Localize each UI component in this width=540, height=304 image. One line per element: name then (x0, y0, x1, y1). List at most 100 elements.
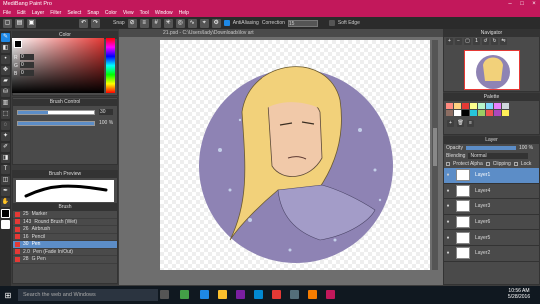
menu-file[interactable]: File (3, 10, 11, 16)
hand-tool-icon[interactable]: ✋ (1, 198, 10, 207)
lasso-tool-icon[interactable]: ◌ (1, 121, 10, 130)
menu-view[interactable]: View (123, 10, 134, 16)
snap-parallel-icon[interactable]: ≡ (139, 18, 149, 28)
hue-slider[interactable] (106, 38, 115, 93)
protect-alpha-checkbox[interactable] (446, 162, 450, 166)
select-eraser-icon[interactable]: ◨ (1, 154, 10, 163)
open-file-icon[interactable]: ▤ (15, 18, 24, 28)
layer-visibility-icon[interactable]: ● (444, 235, 452, 241)
secondary-color-swatch[interactable] (1, 220, 10, 229)
primary-color-swatch[interactable] (1, 209, 10, 218)
minimize-icon[interactable]: – (504, 0, 516, 9)
zoom-in-icon[interactable]: + (446, 38, 453, 45)
color-saturation-field[interactable]: R 0 G 0 B 0 (12, 38, 104, 93)
palette-swatch[interactable] (486, 103, 493, 109)
palette-swatch[interactable] (502, 103, 509, 109)
brush-list-item[interactable]: 16 Pencil (13, 234, 117, 241)
palette-swatch[interactable] (446, 103, 453, 109)
task-view-icon[interactable] (160, 290, 169, 299)
palette-swatch[interactable] (454, 110, 461, 116)
layer-row[interactable]: ● Layer5 (444, 230, 539, 246)
snap-circle-icon[interactable]: ◎ (175, 18, 185, 28)
b-value[interactable]: 0 (20, 70, 34, 76)
brush-size-value[interactable]: 30 (99, 109, 113, 115)
r-value[interactable]: 0 (20, 54, 34, 60)
brush-opacity-slider[interactable] (17, 121, 95, 126)
menu-edit[interactable]: Edit (17, 10, 26, 16)
antialias-checkbox[interactable] (223, 20, 230, 26)
palette-menu-icon[interactable]: ≡ (467, 120, 474, 127)
snap-grid-icon[interactable]: # (151, 18, 161, 28)
layer-visibility-icon[interactable]: ● (444, 172, 452, 178)
text-tool-icon[interactable]: T (1, 165, 10, 174)
palette-swatch[interactable] (462, 110, 469, 116)
flip-icon[interactable]: ⇋ (500, 38, 507, 45)
softedge-checkbox[interactable] (328, 20, 335, 26)
select-pen-icon[interactable]: ✐ (1, 143, 10, 152)
move-tool-icon[interactable]: ✥ (1, 66, 10, 75)
save-icon[interactable]: ▣ (27, 18, 36, 28)
gradient-tool-icon[interactable]: ▥ (1, 99, 10, 108)
correction-select[interactable]: 15 (287, 19, 318, 27)
fit-view-icon[interactable]: ▢ (464, 38, 471, 45)
edge-browser-icon[interactable] (200, 290, 209, 299)
brush-list-item[interactable]: 25 Marker (13, 211, 117, 219)
snap-curve-icon[interactable]: ∿ (187, 18, 197, 28)
primary-color-chip[interactable] (14, 40, 22, 48)
brush-list-item[interactable]: 28 G Pen (13, 256, 117, 264)
chrome-icon[interactable] (308, 290, 317, 299)
app-icon-green[interactable] (180, 290, 189, 299)
brush-list-item[interactable]: 2.0 Pen (Fade In/Out) (13, 249, 117, 256)
brush-list-item[interactable]: 143 Round Brush (Wet) (13, 219, 117, 226)
menu-tool[interactable]: Tool (140, 10, 149, 16)
snap-radial-icon[interactable]: ✳ (163, 18, 173, 28)
brush-list-item[interactable]: 30 Pen (13, 241, 117, 249)
bucket-tool-icon[interactable]: ⛁ (1, 88, 10, 97)
brush-tool-icon[interactable]: ✎ (1, 33, 10, 42)
app-icon-red[interactable] (272, 290, 281, 299)
rotate-left-icon[interactable]: ↺ (482, 38, 489, 45)
menu-window[interactable]: Window (155, 10, 173, 16)
snap-settings-icon[interactable]: ⚙ (211, 18, 221, 28)
navigator-preview[interactable] (464, 50, 520, 90)
menu-help[interactable]: Help (179, 10, 189, 16)
maximize-icon[interactable]: □ (516, 0, 528, 9)
menu-color[interactable]: Color (105, 10, 117, 16)
layer-visibility-icon[interactable]: ● (444, 188, 452, 194)
select-tool-icon[interactable]: ⬚ (1, 110, 10, 119)
layer-visibility-icon[interactable]: ● (444, 250, 452, 256)
document-tab[interactable]: 21.psd - C:\Users\lady\Downloads\lov art (119, 29, 443, 37)
zoom-out-icon[interactable]: − (455, 38, 462, 45)
store-icon[interactable] (236, 290, 245, 299)
redo-icon[interactable]: ↷ (91, 18, 100, 28)
layer-row[interactable]: ● Layer1 (444, 168, 539, 184)
palette-swatch[interactable] (462, 103, 469, 109)
layer-row[interactable]: ● Layer6 (444, 214, 539, 231)
lock-checkbox[interactable] (513, 162, 518, 166)
layer-visibility-icon[interactable]: ● (444, 219, 452, 225)
taskbar-search[interactable]: Search the web and Windows (18, 289, 158, 301)
menu-select[interactable]: Select (67, 10, 81, 16)
layer-opacity-slider[interactable] (465, 146, 516, 150)
layer-row[interactable]: ● Layer4 (444, 183, 539, 200)
canvas-scroll-thumb[interactable] (433, 128, 437, 166)
new-file-icon[interactable]: ▢ (3, 18, 12, 28)
palette-swatch[interactable] (470, 110, 477, 116)
close-icon[interactable]: × (528, 0, 540, 9)
palette-swatch[interactable] (454, 103, 461, 109)
windows-start-icon[interactable]: ⊞ (0, 291, 16, 300)
palette-swatch[interactable] (446, 110, 453, 116)
menu-filter[interactable]: Filter (50, 10, 61, 16)
menu-snap[interactable]: Snap (87, 10, 99, 16)
rotate-right-icon[interactable]: ↻ (491, 38, 498, 45)
palette-swatch[interactable] (478, 110, 485, 116)
palette-swatch[interactable] (494, 110, 501, 116)
eraser-tool-icon[interactable]: ◧ (1, 44, 10, 53)
fill-tool-icon[interactable]: ▰ (1, 77, 10, 86)
app-icon-gray[interactable] (290, 290, 299, 299)
palette-swatch[interactable] (494, 103, 501, 109)
canvas-paper[interactable] (160, 40, 430, 270)
add-color-icon[interactable]: + (447, 120, 454, 127)
file-explorer-icon[interactable] (218, 290, 227, 299)
palette-swatch[interactable] (486, 110, 493, 116)
